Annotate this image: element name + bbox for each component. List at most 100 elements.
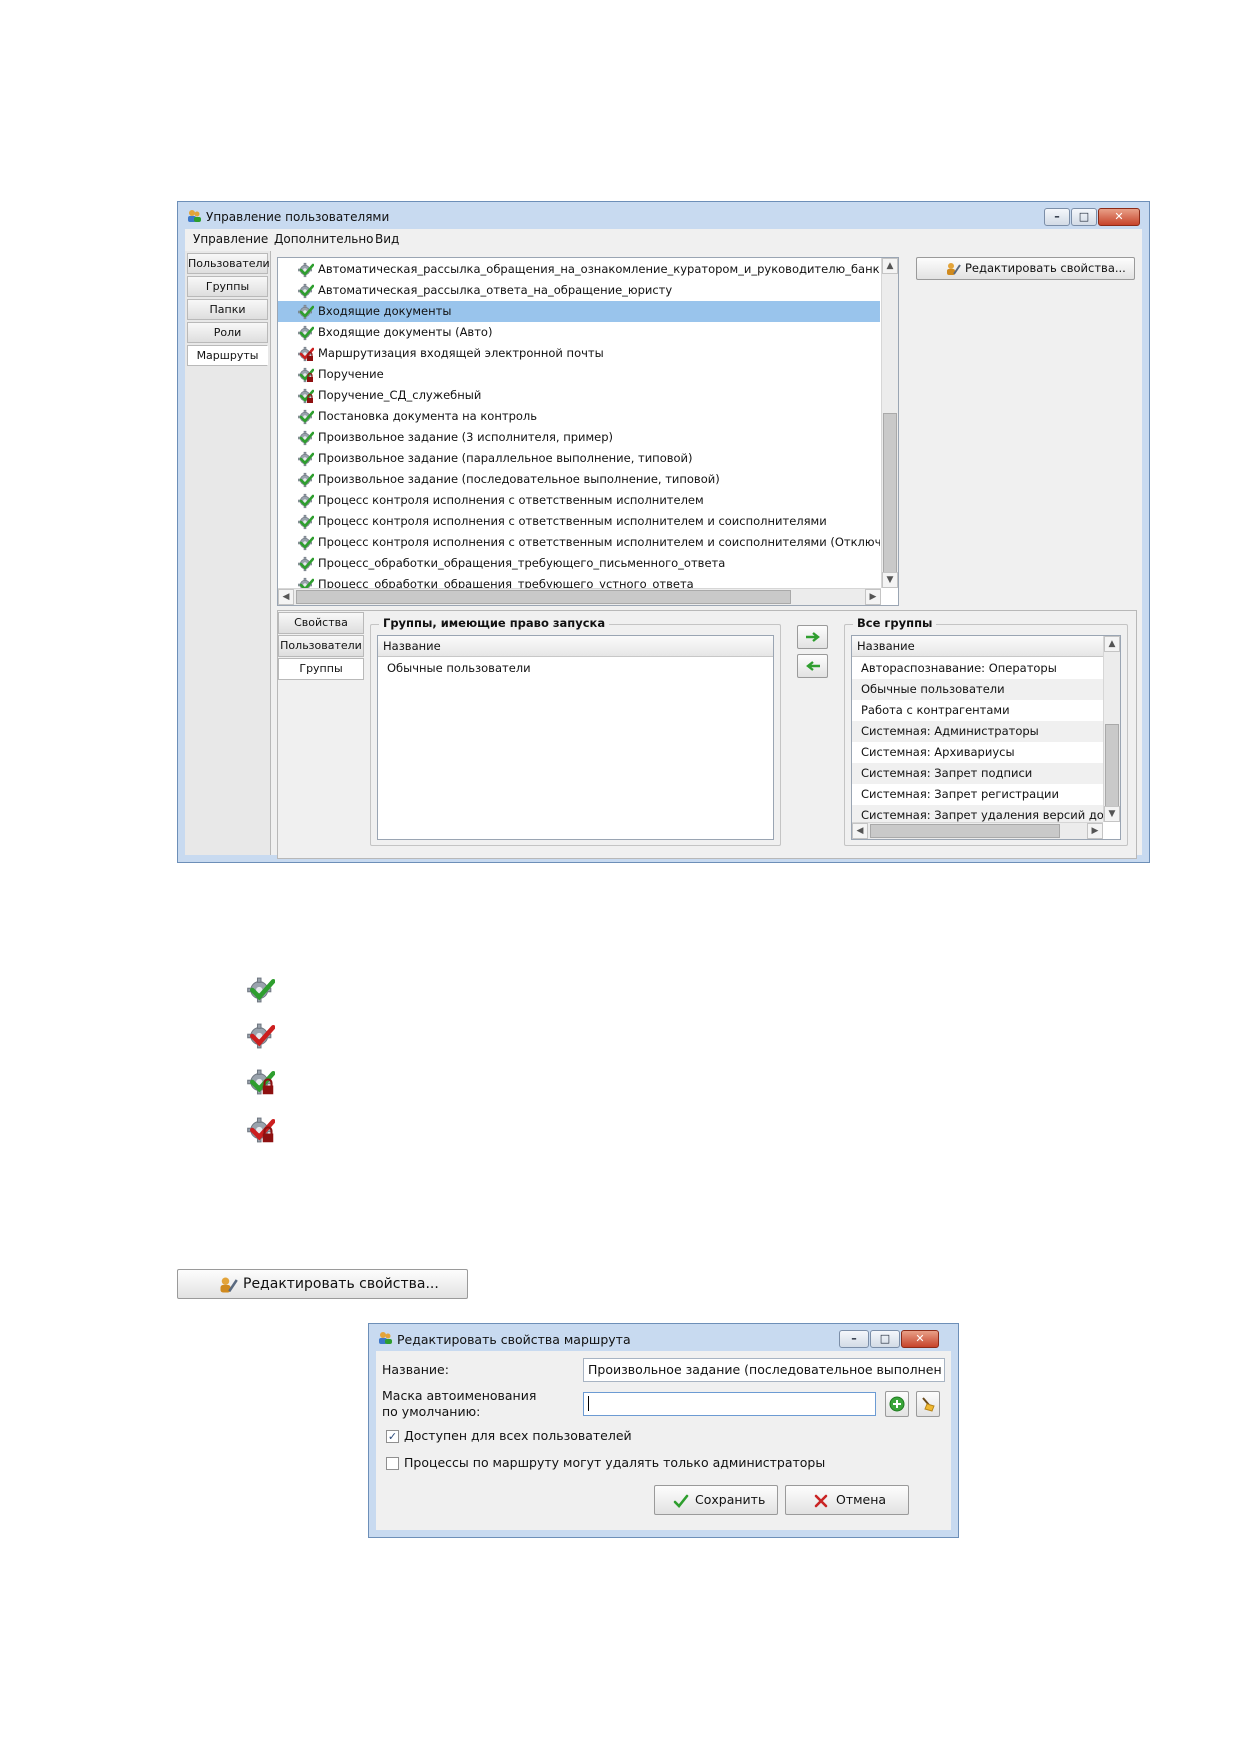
all-groups-horizontal-scrollbar[interactable]: ◀ ▶ (852, 822, 1103, 839)
dialog-maximize-button[interactable]: □ (870, 1330, 900, 1348)
edit-properties-large-label: Редактировать свойства... (243, 1276, 439, 1292)
route-label: Постановка документа на контроль (318, 409, 538, 423)
dialog-client-area: Название: Произвольное задание (последов… (376, 1351, 951, 1530)
route-row[interactable]: Автоматическая_рассылка_обращения_на_озн… (278, 259, 880, 280)
maximize-button[interactable]: □ (1071, 208, 1097, 226)
save-label: Сохранить (695, 1492, 766, 1507)
gear-red-check-lock-icon (247, 1116, 275, 1144)
edit-properties-label: Редактировать свойства... (965, 261, 1126, 275)
routes-vertical-scrollbar[interactable]: ▲ ▼ (881, 258, 898, 588)
scroll-thumb[interactable] (883, 413, 897, 573)
scroll-up-button[interactable]: ▲ (882, 258, 898, 274)
menu-additional[interactable]: Дополнительно (274, 232, 374, 246)
tab-route-groups[interactable]: Группы (278, 658, 364, 680)
gear-red-check-lock-icon (298, 346, 314, 362)
route-row[interactable]: Входящие документы (Авто) (278, 322, 880, 343)
all-users-checkbox[interactable]: ✓ (386, 1430, 399, 1443)
route-row[interactable]: Процесс_обработки_обращения_требующего_п… (278, 553, 880, 574)
all-groups-grid[interactable]: Название Автораспознавание: Операторы Обы… (851, 635, 1121, 840)
tab-folders[interactable]: Папки (187, 299, 268, 320)
close-button[interactable]: ✕ (1098, 208, 1140, 226)
route-row[interactable]: Произвольное задание (3 исполнителя, при… (278, 427, 880, 448)
route-row[interactable]: Процесс контроля исполнения с ответствен… (278, 532, 880, 553)
minimize-button[interactable]: – (1044, 208, 1070, 226)
edit-properties-button-large[interactable]: Редактировать свойства... (177, 1269, 468, 1299)
route-name-field[interactable]: Произвольное задание (последовательное в… (583, 1358, 945, 1382)
allowed-group-row[interactable]: Обычные пользователи (378, 658, 773, 679)
menu-bar: Управление Дополнительно Вид (185, 229, 1142, 249)
route-row[interactable]: Произвольное задание (последовательное в… (278, 469, 880, 490)
allowed-groups-grid[interactable]: Название Обычные пользователи (377, 635, 774, 840)
gear-green-check-icon (298, 472, 314, 488)
minimize-icon: – (1054, 210, 1060, 223)
allowed-groups-box: Группы, имеющие право запуска Название О… (370, 616, 781, 846)
all-group-row[interactable]: Системная: Запрет подписи (852, 763, 1103, 784)
name-label: Название: (382, 1362, 449, 1377)
dialog-close-button[interactable]: ✕ (901, 1330, 939, 1348)
add-group-button[interactable] (797, 625, 828, 649)
groups-scroll-up-button[interactable]: ▲ (1104, 636, 1120, 652)
autoname-mask-input[interactable] (583, 1392, 876, 1416)
scroll-right-button[interactable]: ▶ (865, 589, 881, 605)
route-row[interactable]: Автоматическая_рассылка_ответа_на_обраще… (278, 280, 880, 301)
tab-route-users[interactable]: Пользователи (278, 635, 364, 657)
route-label: Автоматическая_рассылка_обращения_на_озн… (318, 262, 880, 276)
remove-group-button[interactable] (797, 654, 828, 678)
arrow-left-icon (806, 661, 820, 671)
broom-icon (922, 1397, 935, 1412)
groups-scroll-right-button[interactable]: ▶ (1087, 823, 1103, 839)
all-group-row[interactable]: Системная: Архивариусы (852, 742, 1103, 763)
title-bar[interactable]: Управление пользователями – □ ✕ (178, 202, 1149, 230)
route-label: Поручение (318, 367, 384, 381)
scroll-left-button[interactable]: ◀ (278, 589, 294, 605)
close-icon: ✕ (1114, 210, 1124, 223)
dialog-minimize-button[interactable]: – (839, 1330, 869, 1348)
dialog-title-bar[interactable]: Редактировать свойства маршрута – □ ✕ (369, 1324, 958, 1352)
clear-mask-button[interactable] (916, 1391, 940, 1417)
route-row[interactable]: Входящие документы (278, 301, 880, 322)
all-group-row[interactable]: Системная: Администраторы (852, 721, 1103, 742)
edit-properties-button[interactable]: Редактировать свойства... (916, 257, 1135, 280)
menu-view[interactable]: Вид (375, 232, 399, 246)
menu-manage[interactable]: Управление (193, 232, 268, 246)
groups-scroll-thumb[interactable] (1105, 724, 1119, 810)
route-row[interactable]: Поручение_СД_служебный (278, 385, 880, 406)
groups-h-scroll-thumb[interactable] (870, 824, 1060, 838)
route-row[interactable]: Постановка документа на контроль (278, 406, 880, 427)
tab-groups[interactable]: Группы (187, 276, 268, 297)
route-row[interactable]: Произвольное задание (параллельное выпол… (278, 448, 880, 469)
gear-green-check-icon (298, 493, 314, 509)
scroll-down-button[interactable]: ▼ (882, 572, 898, 588)
gear-green-check-icon (298, 535, 314, 551)
admin-delete-checkbox[interactable] (386, 1457, 399, 1470)
save-button[interactable]: Сохранить (654, 1485, 778, 1515)
add-mask-element-button[interactable] (885, 1391, 909, 1417)
cancel-button[interactable]: Отмена (785, 1485, 909, 1515)
all-group-row[interactable]: Обычные пользователи (852, 679, 1103, 700)
cancel-label: Отмена (836, 1492, 887, 1507)
all-group-row[interactable]: Автораспознавание: Операторы (852, 658, 1103, 679)
route-row[interactable]: Процесс контроля исполнения с ответствен… (278, 490, 880, 511)
allowed-groups-column-header[interactable]: Название (378, 636, 773, 657)
route-row[interactable]: Процесс контроля исполнения с ответствен… (278, 511, 880, 532)
route-row[interactable]: Поручение (278, 364, 880, 385)
route-label: Процесс_обработки_обращения_требующего_п… (318, 556, 726, 570)
groups-scroll-left-button[interactable]: ◀ (852, 823, 868, 839)
all-group-row[interactable]: Работа с контрагентами (852, 700, 1103, 721)
route-label: Произвольное задание (3 исполнителя, при… (318, 430, 614, 444)
left-tab-strip: Пользователи Группы Папки Роли Маршруты (185, 251, 271, 855)
routes-horizontal-scrollbar[interactable]: ◀ ▶ (278, 588, 881, 605)
all-groups-column-header[interactable]: Название (852, 636, 1103, 657)
tab-users[interactable]: Пользователи (187, 253, 270, 274)
groups-scroll-down-button[interactable]: ▼ (1104, 806, 1120, 822)
route-row[interactable]: Маршрутизация входящей электронной почты (278, 343, 880, 364)
tab-routes[interactable]: Маршруты (187, 345, 268, 366)
gear-green-check-icon (298, 514, 314, 530)
all-group-row[interactable]: Системная: Запрет регистрации (852, 784, 1103, 805)
gear-red-check-icon (247, 1022, 275, 1050)
all-groups-vertical-scrollbar[interactable]: ▲ ▼ (1103, 636, 1120, 822)
tab-properties[interactable]: Свойства (278, 612, 364, 634)
routes-list[interactable]: Автоматическая_рассылка_обращения_на_озн… (277, 257, 899, 606)
h-scroll-thumb[interactable] (296, 590, 791, 604)
tab-roles[interactable]: Роли (187, 322, 268, 343)
